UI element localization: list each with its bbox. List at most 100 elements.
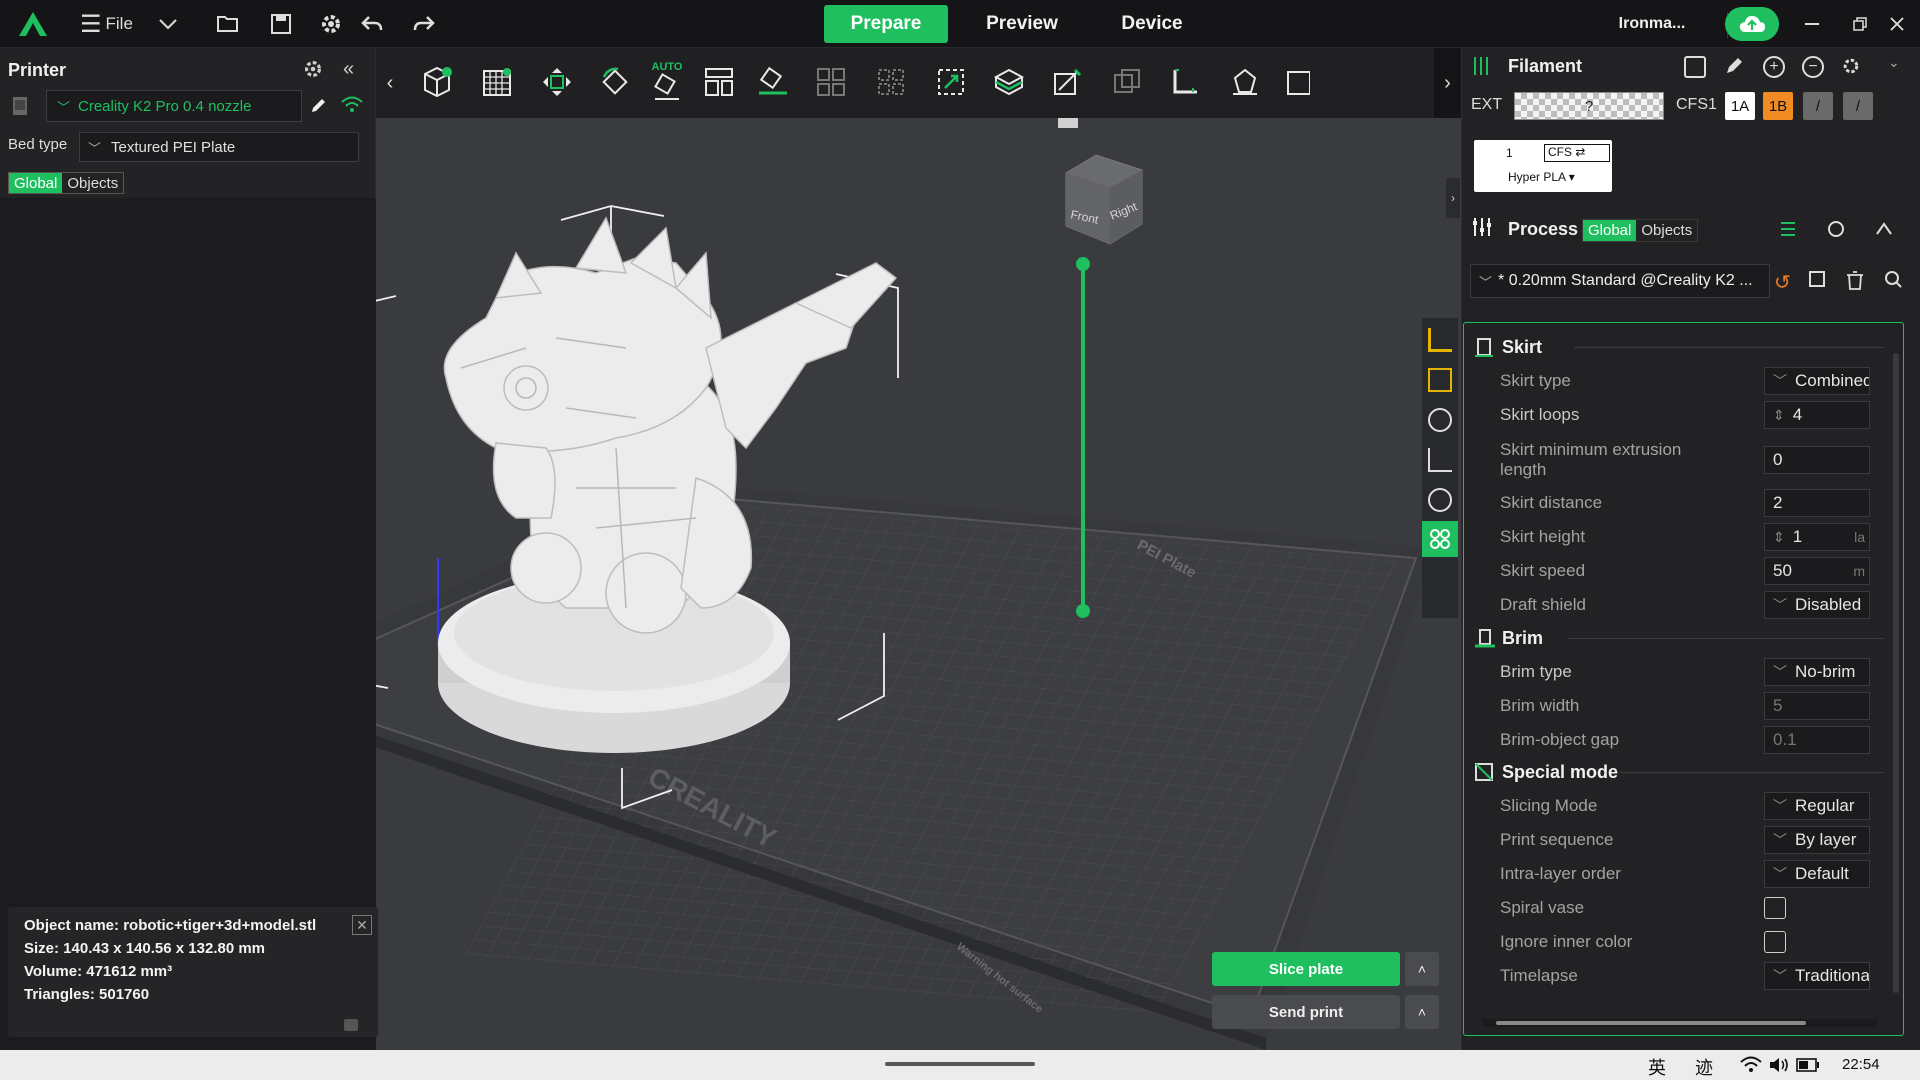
open-folder-icon[interactable] (214, 10, 242, 38)
special-mode-section-header[interactable]: Special mode (1474, 758, 1618, 786)
printer-settings-icon[interactable] (302, 58, 328, 84)
seam-paint-icon[interactable] (1102, 56, 1152, 108)
tab-objects[interactable]: Objects (62, 173, 123, 193)
save-icon[interactable] (267, 10, 295, 38)
settings-scrollbar[interactable] (1893, 353, 1899, 993)
chevron-down-icon[interactable] (154, 10, 182, 38)
settings-gear-icon[interactable] (317, 10, 345, 38)
skirt-speed-input[interactable]: 50 m (1764, 557, 1870, 585)
measure-icon[interactable] (1160, 56, 1210, 108)
edit-printer-icon[interactable] (304, 92, 332, 120)
add-filament-icon[interactable]: + (1763, 56, 1785, 78)
settings-hscrollbar[interactable] (1482, 1019, 1877, 1027)
variable-height-icon[interactable] (1428, 368, 1452, 392)
brim-object-gap-input[interactable]: 0.1 (1764, 726, 1870, 754)
filament-card-material[interactable]: Hyper PLA ▾ (1508, 170, 1575, 184)
search-icon[interactable] (1884, 270, 1906, 292)
filament-slot-empty-2[interactable]: / (1843, 92, 1873, 120)
layers-icon[interactable] (1428, 328, 1452, 352)
reset-preset-icon[interactable]: ↺ (1774, 270, 1796, 294)
file-menu[interactable]: ☰ File (80, 8, 140, 40)
intra-layer-order-select[interactable]: ﹀ Default (1764, 860, 1870, 888)
lay-on-face-icon[interactable] (748, 56, 798, 108)
filament-collapse-icon[interactable]: ⌄ (1888, 54, 1900, 71)
process-tab-objects[interactable]: Objects (1636, 220, 1697, 241)
rotate-icon[interactable] (590, 56, 640, 108)
layer-slider-top-handle[interactable] (1076, 257, 1090, 271)
ext-filament-slot[interactable]: ? (1514, 92, 1664, 120)
home-gesture-bar[interactable] (885, 1062, 1035, 1066)
grid-plate-icon[interactable] (472, 56, 522, 108)
send-options-chevron-up-icon[interactable]: ˄ (1405, 995, 1439, 1029)
assembly-icon[interactable] (1220, 56, 1270, 108)
slice-options-chevron-up-icon[interactable]: ˄ (1405, 952, 1439, 986)
split-parts-icon[interactable] (866, 56, 916, 108)
process-list-icon[interactable] (1778, 219, 1800, 241)
printer-select[interactable]: ﹀ Creality K2 Pro 0.4 nozzle (46, 90, 302, 122)
close-window-button[interactable] (1883, 10, 1911, 38)
skirt-type-select[interactable]: ﹀ Combined (1764, 367, 1870, 395)
restore-window-button[interactable] (1846, 10, 1874, 38)
minimize-window-button[interactable] (1798, 10, 1826, 38)
filament-card[interactable]: 1 CFS ⇄ Hyper PLA ▾ (1474, 140, 1612, 192)
undo-icon[interactable] (358, 10, 386, 38)
ime-mode-indicator[interactable]: 迹 (1695, 1054, 1713, 1080)
tab-global[interactable]: Global (9, 173, 63, 193)
filament-slot-1b[interactable]: 1B (1763, 92, 1793, 120)
process-compare-icon[interactable] (1874, 219, 1896, 241)
user-account[interactable]: Ironma... (1610, 10, 1694, 38)
cloud-upload-button[interactable] (1725, 7, 1779, 41)
ime-language-indicator[interactable]: 英 (1648, 1054, 1666, 1080)
filament-sync-icon[interactable] (1684, 56, 1706, 78)
arrange-icon[interactable] (694, 56, 744, 108)
toolbar-scroll-left[interactable]: ‹ (376, 48, 404, 118)
close-info-icon[interactable]: ✕ (352, 915, 372, 935)
brim-width-input[interactable]: 5 (1764, 692, 1870, 720)
add-cube-icon[interactable] (412, 56, 462, 108)
tab-device[interactable]: Device (1090, 5, 1214, 43)
expand-side-panel-icon[interactable]: › (1446, 178, 1460, 218)
others-icon[interactable] (1422, 521, 1458, 557)
bed-type-select[interactable]: ﹀ Textured PEI Plate (79, 132, 359, 162)
skirt-min-extrusion-input[interactable]: 0 (1764, 446, 1870, 474)
text-icon[interactable] (1280, 56, 1310, 108)
timelapse-select[interactable]: ﹀ Traditional (1764, 962, 1870, 990)
tab-prepare[interactable]: Prepare (824, 5, 948, 43)
skirt-height-stepper[interactable]: ⇕ 1 la (1764, 523, 1870, 551)
redo-icon[interactable] (410, 10, 438, 38)
layer-slider-bottom-handle[interactable] (1076, 604, 1090, 618)
save-preset-icon[interactable] (1808, 270, 1830, 292)
auto-orient-icon[interactable]: AUTO (642, 56, 692, 108)
filament-slot-empty-1[interactable]: / (1803, 92, 1833, 120)
wall-icon[interactable] (1428, 488, 1452, 512)
view-cube[interactable]: Front Right (1065, 154, 1143, 245)
collapse-panel-icon[interactable]: « (343, 58, 369, 84)
wifi-icon[interactable] (1740, 1056, 1762, 1074)
process-feature-icon[interactable] (1826, 219, 1848, 241)
skirt-distance-input[interactable]: 2 (1764, 489, 1870, 517)
volume-icon[interactable] (1768, 1056, 1790, 1074)
filament-settings-icon[interactable] (1841, 56, 1863, 78)
support-icon[interactable] (1428, 448, 1452, 472)
slicing-mode-select[interactable]: ﹀ Regular (1764, 792, 1870, 820)
remove-filament-icon[interactable]: − (1802, 56, 1824, 78)
scale-icon[interactable] (926, 56, 976, 108)
brim-section-header[interactable]: Brim (1474, 624, 1543, 652)
filament-slot-1a[interactable]: 1A (1725, 92, 1755, 120)
send-print-button[interactable]: Send print (1212, 995, 1400, 1029)
draft-shield-select[interactable]: ﹀ Disabled (1764, 591, 1870, 619)
print-sequence-select[interactable]: ﹀ By layer (1764, 826, 1870, 854)
slice-plate-button[interactable]: Slice plate (1212, 952, 1400, 986)
process-preset-select[interactable]: ﹀ * 0.20mm Standard @Creality K2 ... (1470, 264, 1770, 298)
minimize-info-icon[interactable] (344, 1019, 358, 1031)
split-objects-icon[interactable] (806, 56, 856, 108)
speed-icon[interactable] (1428, 408, 1452, 432)
filament-edit-icon[interactable] (1724, 56, 1746, 78)
toolbar-scroll-right[interactable]: › (1434, 48, 1461, 118)
3d-viewport[interactable]: CREALITY PEI Plate Warning hot surface F… (376, 48, 1461, 1050)
support-paint-icon[interactable] (1042, 56, 1092, 108)
cut-icon[interactable] (984, 56, 1034, 108)
skirt-loops-stepper[interactable]: ⇕ 4 (1764, 401, 1870, 429)
spiral-vase-checkbox[interactable] (1764, 897, 1786, 919)
process-tab-global[interactable]: Global (1583, 220, 1637, 241)
